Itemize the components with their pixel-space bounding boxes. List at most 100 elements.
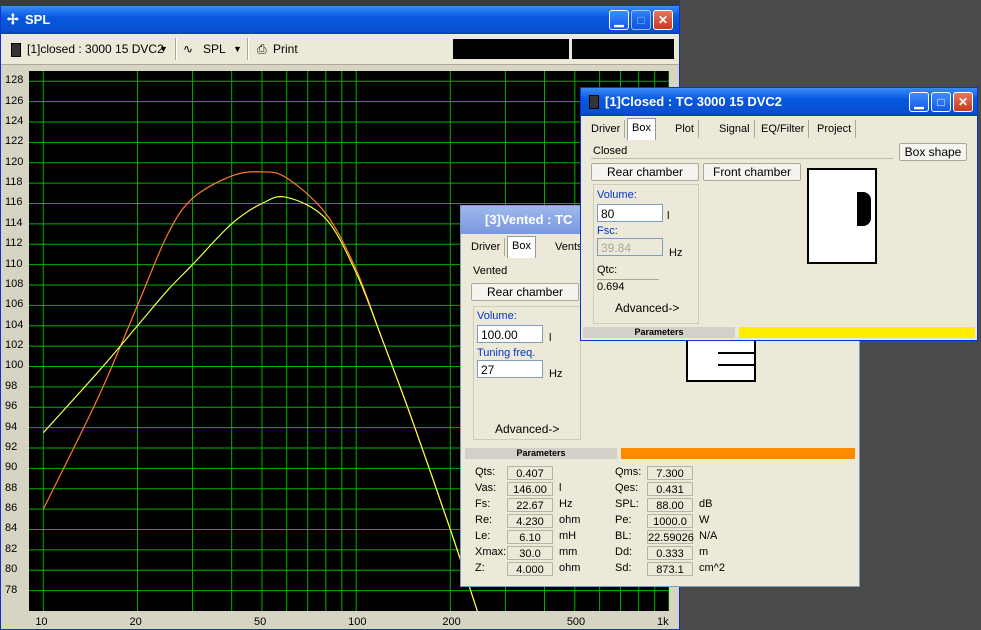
y-tick-label: 120	[5, 155, 24, 168]
y-tick-label: 102	[5, 339, 24, 352]
parameters-label: Parameters	[583, 327, 735, 338]
tab-box[interactable]: Box	[507, 236, 536, 258]
volume-field[interactable]: 80	[597, 204, 663, 222]
toolbar-separator	[247, 38, 249, 60]
y-tick-label: 116	[5, 196, 23, 209]
maximize-button[interactable]: □	[931, 92, 951, 112]
minimize-button[interactable]: ▁	[609, 10, 629, 30]
x-tick-label: 1k	[657, 616, 669, 628]
param-value[interactable]: 88.00	[647, 498, 693, 512]
tab-signal[interactable]: Signal	[715, 120, 755, 138]
closed-titlebar[interactable]: [1]Closed : TC 3000 15 DVC2 ▁ □ ✕	[581, 88, 977, 116]
wave-icon: ∿	[183, 42, 194, 56]
y-tick-label: 110	[5, 257, 23, 270]
param-label: Z:	[475, 562, 485, 574]
param-value[interactable]: 873.1	[647, 562, 693, 576]
printer-icon: ⎙	[257, 42, 267, 56]
y-tick-label: 118	[5, 176, 23, 189]
y-tick-label: 96	[5, 400, 18, 413]
project-select[interactable]: [1]closed : 3000 15 DVC2	[27, 39, 164, 59]
box-type-text: Closed	[593, 145, 628, 157]
param-label: Qes:	[615, 482, 639, 494]
y-tick-label: 114	[5, 216, 23, 229]
param-value[interactable]: 22.67	[507, 498, 553, 512]
rear-chamber-button[interactable]: Rear chamber	[591, 163, 699, 181]
y-tick-label: 104	[5, 318, 24, 331]
box-shape-button[interactable]: Box shape	[899, 143, 967, 161]
volume-label: Volume:	[597, 189, 637, 201]
y-tick-label: 88	[5, 481, 18, 494]
tab-driver[interactable]: Driver	[467, 238, 506, 256]
param-value[interactable]: 7.300	[647, 466, 693, 480]
crosshair-icon: ✢	[7, 11, 19, 27]
param-value[interactable]: 4.000	[507, 562, 553, 576]
document-icon	[589, 95, 599, 109]
param-value[interactable]: 0.431	[647, 482, 693, 496]
rear-chamber-button[interactable]: Rear chamber	[471, 283, 579, 301]
box-type-strip	[591, 144, 893, 159]
tuning-unit: Hz	[549, 368, 563, 380]
maximize-button[interactable]: □	[631, 10, 651, 30]
param-value[interactable]: 0.333	[647, 546, 693, 560]
advanced-link[interactable]: Advanced->	[495, 422, 559, 436]
tab-eq-filter[interactable]: EQ/Filter	[757, 120, 810, 138]
spl-titlebar[interactable]: ✢ SPL ▁ □ ✕	[1, 6, 679, 34]
chevron-down-icon[interactable]: ▼	[159, 39, 168, 59]
volume-field[interactable]: 100.00	[477, 325, 543, 343]
param-unit: ohm	[559, 562, 581, 574]
tuning-label: Tuning freq.	[477, 347, 536, 359]
y-tick-label: 90	[5, 461, 18, 474]
param-label: Qms:	[615, 466, 642, 478]
param-label: Vas:	[475, 482, 497, 494]
parameters-highlight	[621, 448, 855, 459]
tab-driver[interactable]: Driver	[587, 120, 626, 138]
param-value[interactable]: 6.10	[507, 530, 553, 544]
parameters-highlight	[739, 327, 975, 338]
y-tick-label: 122	[5, 135, 24, 148]
param-value[interactable]: 22.59026	[647, 530, 694, 544]
chevron-down-icon[interactable]: ▼	[233, 39, 242, 59]
param-value[interactable]: 30.0	[507, 546, 553, 560]
advanced-link[interactable]: Advanced->	[615, 301, 679, 315]
front-chamber-button[interactable]: Front chamber	[703, 163, 801, 181]
tab-plot[interactable]: Plot	[671, 120, 699, 138]
y-tick-label: 108	[5, 277, 24, 290]
tab-box[interactable]: Box	[627, 118, 656, 140]
param-unit: m	[699, 546, 709, 558]
param-value[interactable]: 0.407	[507, 466, 553, 480]
param-value[interactable]: 146.00	[507, 482, 553, 496]
x-tick-label: 20	[129, 616, 142, 628]
param-unit: cm^2	[699, 562, 725, 574]
param-unit: l	[559, 482, 562, 494]
param-label: BL:	[615, 530, 632, 542]
close-button[interactable]: ✕	[953, 92, 973, 112]
param-label: Qts:	[475, 466, 496, 478]
toolbar-separator	[175, 38, 177, 60]
param-unit: N/A	[699, 530, 718, 542]
y-tick-label: 94	[5, 420, 18, 433]
x-tick-label: 100	[348, 616, 367, 628]
y-tick-label: 98	[5, 379, 18, 392]
y-tick-label: 112	[5, 237, 23, 250]
param-value[interactable]: 1000.0	[647, 514, 693, 528]
tuning-field[interactable]: 27	[477, 360, 543, 378]
minimize-button[interactable]: ▁	[909, 92, 929, 112]
volume-label: Volume:	[477, 310, 517, 322]
box-type-text: Vented	[473, 265, 508, 277]
x-tick-label: 50	[253, 616, 267, 628]
y-tick-label: 128	[5, 74, 24, 87]
tab-project[interactable]: Project	[813, 120, 857, 138]
close-button[interactable]: ✕	[653, 10, 673, 30]
y-tick-label: 78	[5, 583, 18, 596]
x-tick-label: 200	[442, 616, 461, 628]
param-value[interactable]: 4.230	[507, 514, 553, 528]
plot-select[interactable]: SPL	[203, 39, 226, 59]
print-button[interactable]: Print	[273, 39, 298, 59]
qtc-value: 0.694	[597, 279, 659, 293]
parameters-bar: Parameters	[465, 448, 855, 459]
param-unit: W	[699, 514, 710, 526]
y-tick-label: 100	[5, 359, 24, 372]
y-tick-label: 84	[5, 522, 18, 535]
y-tick-label: 86	[5, 502, 18, 515]
param-label: Sd:	[615, 562, 632, 574]
